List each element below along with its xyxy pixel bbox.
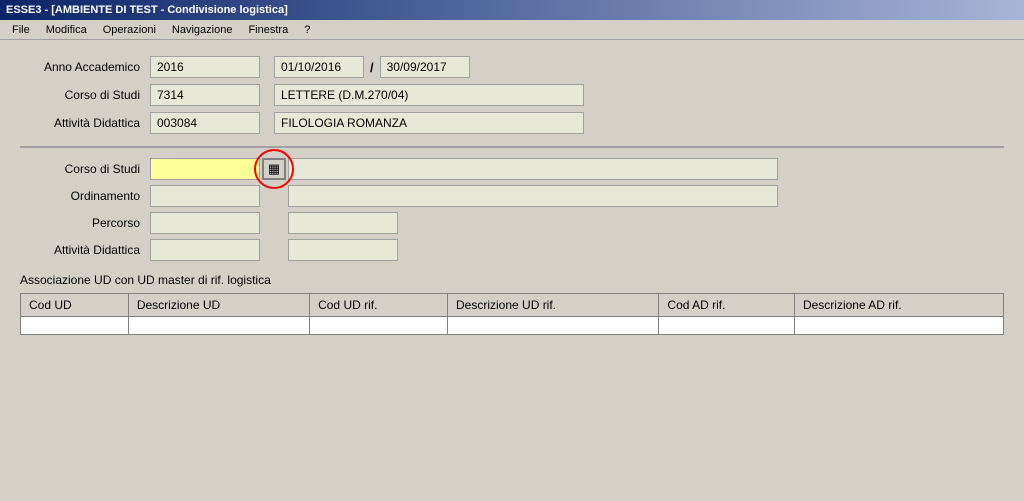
info-section: Anno Accademico 2016 01/10/2016 / 30/09/… <box>20 56 1004 134</box>
cell-desc-ad-rif <box>794 317 1003 335</box>
menu-finestra[interactable]: Finestra <box>240 22 296 38</box>
col-desc-ud: Descrizione UD <box>128 294 309 317</box>
col-desc-ad-rif: Descrizione AD rif. <box>794 294 1003 317</box>
menu-help[interactable]: ? <box>296 22 318 38</box>
menu-operazioni[interactable]: Operazioni <box>95 22 164 38</box>
menu-file[interactable]: File <box>4 22 38 38</box>
corso-edit-input[interactable] <box>150 158 260 180</box>
cell-cod-ad-rif <box>659 317 795 335</box>
cell-desc-ud <box>128 317 309 335</box>
main-content: Anno Accademico 2016 01/10/2016 / 30/09/… <box>0 40 1024 345</box>
anno-accademico-label: Anno Accademico <box>20 60 150 74</box>
menu-navigazione[interactable]: Navigazione <box>164 22 241 38</box>
ordinamento-edit-input[interactable] <box>150 185 260 207</box>
percorso-edit-name-input[interactable] <box>288 212 398 234</box>
attivita-info-label: Attività Didattica <box>20 116 150 130</box>
table-row <box>21 317 1004 335</box>
attivita-edit-label: Attività Didattica <box>20 243 150 257</box>
attivita-edit-name-input[interactable] <box>288 239 398 261</box>
date-to-value: 30/09/2017 <box>380 56 470 78</box>
corso-edit-label: Corso di Studi <box>20 162 150 176</box>
assoc-title: Associazione UD con UD master di rif. lo… <box>20 273 1004 287</box>
menu-modifica[interactable]: Modifica <box>38 22 95 38</box>
percorso-edit-row: Percorso <box>20 212 1004 234</box>
corso-studi-info-label: Corso di Studi <box>20 88 150 102</box>
ordinamento-edit-label: Ordinamento <box>20 189 150 203</box>
ordinamento-edit-name-input[interactable] <box>288 185 778 207</box>
menu-bar: File Modifica Operazioni Navigazione Fin… <box>0 20 1024 40</box>
anno-accademico-value: 2016 <box>150 56 260 78</box>
attivita-name: FILOLOGIA ROMANZA <box>274 112 584 134</box>
cell-cod-ud <box>21 317 129 335</box>
cell-cod-ud-rif <box>310 317 448 335</box>
corso-edit-row: Corso di Studi ▦ <box>20 158 1004 180</box>
date-from-value: 01/10/2016 <box>274 56 364 78</box>
title-bar: ESSE3 - [AMBIENTE DI TEST - Condivisione… <box>0 0 1024 20</box>
col-cod-ud-rif: Cod UD rif. <box>310 294 448 317</box>
attivita-edit-row: Attività Didattica <box>20 239 1004 261</box>
assoc-section: Associazione UD con UD master di rif. lo… <box>20 273 1004 335</box>
cell-desc-ud-rif <box>448 317 659 335</box>
corso-lookup-button[interactable]: ▦ <box>262 158 286 180</box>
corso-edit-name-input[interactable] <box>288 158 778 180</box>
edit-section: Corso di Studi ▦ Ordinamento Percorso At… <box>20 158 1004 261</box>
col-desc-ud-rif: Descrizione UD rif. <box>448 294 659 317</box>
title-text: ESSE3 - [AMBIENTE DI TEST - Condivisione… <box>6 4 288 16</box>
table-header-row: Cod UD Descrizione UD Cod UD rif. Descri… <box>21 294 1004 317</box>
section-divider <box>20 146 1004 148</box>
col-cod-ad-rif: Cod AD rif. <box>659 294 795 317</box>
ordinamento-edit-row: Ordinamento <box>20 185 1004 207</box>
percorso-edit-label: Percorso <box>20 216 150 230</box>
percorso-edit-input[interactable] <box>150 212 260 234</box>
col-cod-ud: Cod UD <box>21 294 129 317</box>
lookup-icon: ▦ <box>268 161 280 177</box>
corso-studi-name: LETTERE (D.M.270/04) <box>274 84 584 106</box>
attivita-info-row: Attività Didattica 003084 FILOLOGIA ROMA… <box>20 112 1004 134</box>
corso-studi-code: 7314 <box>150 84 260 106</box>
corso-studi-info-row: Corso di Studi 7314 LETTERE (D.M.270/04) <box>20 84 1004 106</box>
assoc-table: Cod UD Descrizione UD Cod UD rif. Descri… <box>20 293 1004 335</box>
date-separator: / <box>370 60 374 75</box>
attivita-code: 003084 <box>150 112 260 134</box>
attivita-edit-input[interactable] <box>150 239 260 261</box>
anno-accademico-row: Anno Accademico 2016 01/10/2016 / 30/09/… <box>20 56 1004 78</box>
